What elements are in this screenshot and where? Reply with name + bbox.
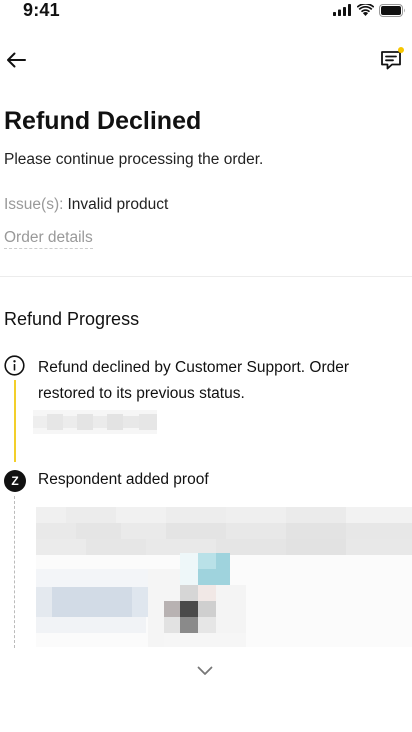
- status-bar: 9:41: [0, 0, 412, 22]
- expand-button[interactable]: [194, 662, 216, 680]
- blurred-image: [36, 507, 412, 647]
- subtitle: Please continue processing the order.: [4, 151, 264, 168]
- timeline-line-active: [14, 380, 16, 462]
- info-icon: [4, 355, 25, 376]
- notification-badge: [398, 47, 404, 53]
- divider: [0, 276, 412, 277]
- timeline-event-1: [4, 355, 25, 376]
- back-button[interactable]: [2, 48, 30, 72]
- status-time: 9:41: [23, 0, 60, 20]
- timeline-event-text: Respondent added proof: [38, 471, 209, 488]
- order-details-link[interactable]: Order details: [4, 229, 93, 249]
- issue-value: Invalid product: [67, 196, 169, 213]
- nav-bar: [0, 40, 412, 80]
- issue-label: Issue(s):: [4, 196, 64, 213]
- timeline-event-text: Refund declined by Customer Support. Ord…: [38, 359, 350, 402]
- refund-progress-title: Refund Progress: [4, 309, 140, 329]
- issue-row: Issue(s): Invalid product: [4, 196, 168, 214]
- arrow-left-icon: [7, 52, 26, 68]
- status-icons: [333, 3, 406, 17]
- chat-button[interactable]: [376, 46, 406, 74]
- avatar: Z: [4, 470, 26, 492]
- timeline-line-pending: [14, 496, 15, 648]
- blurred-timestamp: [33, 410, 157, 434]
- blurred-proof-content: [36, 507, 412, 647]
- chevron-down-icon: [197, 666, 213, 675]
- wifi-icon: [357, 4, 374, 16]
- battery-icon: [379, 3, 405, 17]
- page-title: Refund Declined: [4, 107, 202, 135]
- cellular-signal-icon: [333, 4, 351, 16]
